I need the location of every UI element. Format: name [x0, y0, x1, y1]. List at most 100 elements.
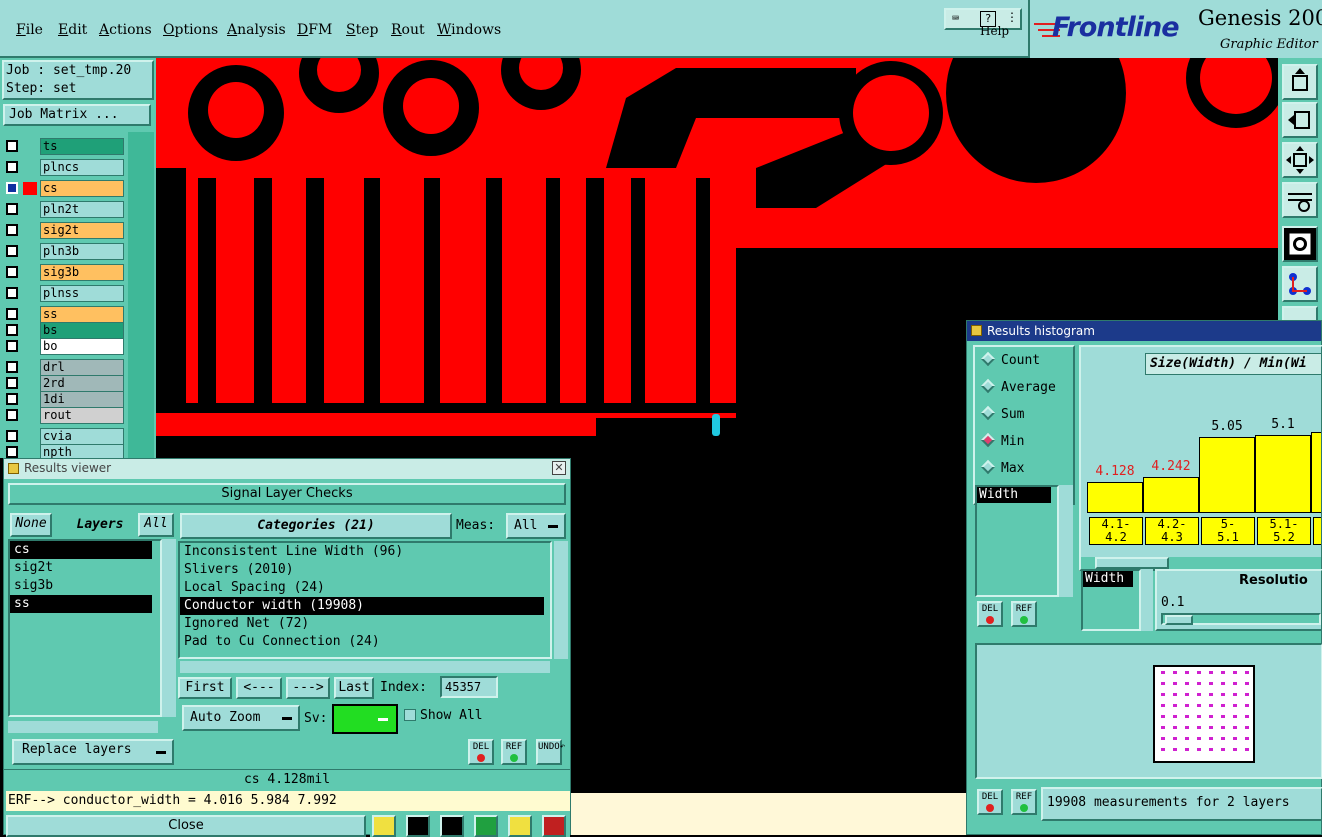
- category-hscrollbar[interactable]: [180, 661, 550, 673]
- layer-name[interactable]: bs: [40, 322, 124, 339]
- report-tool-icon[interactable]: [508, 815, 532, 837]
- menu-step[interactable]: Step: [346, 22, 378, 38]
- settings-icon[interactable]: [1282, 182, 1318, 218]
- layer-row-ss[interactable]: ss: [6, 306, 124, 323]
- mode-radio-count[interactable]: Count: [980, 351, 1040, 368]
- layer-name[interactable]: plncs: [40, 159, 124, 176]
- severity-color-dropdown[interactable]: [332, 704, 398, 734]
- layer-checkbox[interactable]: [6, 203, 18, 215]
- layer-scrollbar[interactable]: [128, 132, 154, 458]
- index-input[interactable]: 45357: [440, 676, 498, 698]
- field2-width-item[interactable]: Width: [1083, 571, 1133, 587]
- layer-checkbox[interactable]: [6, 430, 18, 442]
- layer-row-sig3b[interactable]: sig3b: [6, 264, 124, 281]
- layer-result-item[interactable]: sig2t: [10, 559, 152, 577]
- category-item[interactable]: Conductor width (19908): [180, 597, 544, 615]
- netlist-icon[interactable]: [1282, 266, 1318, 302]
- menu-windows[interactable]: Windows: [437, 22, 501, 38]
- keyboard-icon[interactable]: ⌨: [952, 11, 959, 25]
- layer-name[interactable]: bo: [40, 338, 124, 355]
- menu-rout[interactable]: Rout: [391, 22, 425, 38]
- category-scrollbar[interactable]: [554, 541, 568, 659]
- layer-checkbox[interactable]: [6, 161, 18, 173]
- layer-row-ts[interactable]: ts: [6, 138, 124, 155]
- category-list[interactable]: Inconsistent Line Width (96) Slivers (201…: [178, 541, 552, 659]
- undo-button[interactable]: UNDO↶: [536, 739, 565, 765]
- menu-analysis[interactable]: Analysis: [227, 22, 286, 38]
- histogram-bar[interactable]: [1087, 482, 1143, 513]
- close-button[interactable]: Close: [6, 815, 366, 837]
- meas-dropdown[interactable]: All: [506, 513, 566, 539]
- job-matrix-button[interactable]: Job Matrix ...: [3, 104, 151, 126]
- next-button[interactable]: --->: [286, 677, 330, 699]
- ref-button[interactable]: REF: [501, 739, 527, 765]
- mode-radio-min[interactable]: Min: [980, 432, 1024, 449]
- auto-zoom-dropdown[interactable]: Auto Zoom: [182, 705, 300, 731]
- layer-result-item[interactable]: sig3b: [10, 577, 152, 595]
- layer-row-drl[interactable]: drl: [6, 359, 124, 376]
- layer-row-plnss[interactable]: plnss: [6, 285, 124, 302]
- layer-name[interactable]: ts: [40, 138, 124, 155]
- layer-checkbox[interactable]: [6, 287, 18, 299]
- layer-name[interactable]: plnss: [40, 285, 124, 302]
- layer-name[interactable]: sig3b: [40, 264, 124, 281]
- layer-checkbox[interactable]: [6, 361, 18, 373]
- all-button[interactable]: All: [138, 513, 174, 537]
- layer-row-bo[interactable]: bo: [6, 338, 124, 355]
- none-button[interactable]: None: [10, 513, 52, 537]
- category-item[interactable]: Slivers (2010): [180, 561, 544, 579]
- help-label[interactable]: Help: [980, 24, 1009, 38]
- field-width-item[interactable]: Width: [977, 487, 1051, 503]
- field2-list[interactable]: Width: [1081, 569, 1141, 631]
- layer-result-list[interactable]: cs sig2t sig3b ss: [8, 539, 162, 717]
- compare-tool-icon[interactable]: [474, 815, 498, 837]
- layer-name[interactable]: cs: [40, 180, 124, 197]
- overview-del-button[interactable]: DEL: [977, 789, 1003, 815]
- zoom-back-icon[interactable]: [1282, 102, 1318, 138]
- layer-result-item[interactable]: cs: [10, 541, 152, 559]
- field-scrollbar[interactable]: [1059, 485, 1073, 597]
- category-item[interactable]: Ignored Net (72): [180, 615, 544, 633]
- histogram-bar[interactable]: [1255, 435, 1311, 513]
- layer-row-cvia[interactable]: cvia: [6, 428, 124, 445]
- replace-layers-dropdown[interactable]: Replace layers: [12, 739, 174, 765]
- layer-list-hscrollbar[interactable]: [8, 721, 158, 733]
- more-icon[interactable]: ⋮: [1006, 10, 1018, 24]
- layer-list-scrollbar[interactable]: [162, 539, 176, 717]
- mode-radio-average[interactable]: Average: [980, 378, 1056, 395]
- layer-row-sig2t[interactable]: sig2t: [6, 222, 124, 239]
- show-all-checkbox[interactable]: [404, 709, 416, 721]
- layer-name[interactable]: 2rd: [40, 375, 124, 392]
- layer-checkbox[interactable]: [6, 182, 18, 194]
- layer-name[interactable]: drl: [40, 359, 124, 376]
- layer-name[interactable]: sig2t: [40, 222, 124, 239]
- layer-row-rout[interactable]: rout: [6, 407, 124, 424]
- layer-checkbox[interactable]: [6, 393, 18, 405]
- category-item[interactable]: Pad to Cu Connection (24): [180, 633, 544, 651]
- ref-tool-icon[interactable]: [440, 815, 464, 837]
- close-icon[interactable]: ✕: [552, 461, 566, 475]
- layer-checkbox[interactable]: [6, 245, 18, 257]
- field-list[interactable]: Width: [975, 485, 1059, 597]
- menu-edit[interactable]: Edit: [58, 22, 87, 38]
- layer-checkbox[interactable]: [6, 377, 18, 389]
- layer-checkbox[interactable]: [6, 324, 18, 336]
- layer-name[interactable]: cvia: [40, 428, 124, 445]
- layer-row-1di[interactable]: 1di: [6, 391, 124, 408]
- layer-name[interactable]: pln3b: [40, 243, 124, 260]
- resolution-slider[interactable]: [1161, 613, 1321, 625]
- snapshot-icon[interactable]: [1282, 226, 1318, 262]
- hist-del-button[interactable]: DEL: [977, 601, 1003, 627]
- menu-dfm[interactable]: DFM: [297, 22, 332, 38]
- zoom-fit-icon[interactable]: [1282, 142, 1318, 178]
- layer-checkbox[interactable]: [6, 266, 18, 278]
- layer-row-bs[interactable]: bs: [6, 322, 124, 339]
- layer-name[interactable]: pln2t: [40, 201, 124, 218]
- overview-ref-button[interactable]: REF: [1011, 789, 1037, 815]
- menu-options[interactable]: Options: [163, 22, 218, 38]
- mode-radio-sum[interactable]: Sum: [980, 405, 1024, 422]
- layer-name[interactable]: ss: [40, 306, 124, 323]
- layer-name[interactable]: rout: [40, 407, 124, 424]
- histogram-tool-icon[interactable]: [542, 815, 566, 837]
- layer-row-pln3b[interactable]: pln3b: [6, 243, 124, 260]
